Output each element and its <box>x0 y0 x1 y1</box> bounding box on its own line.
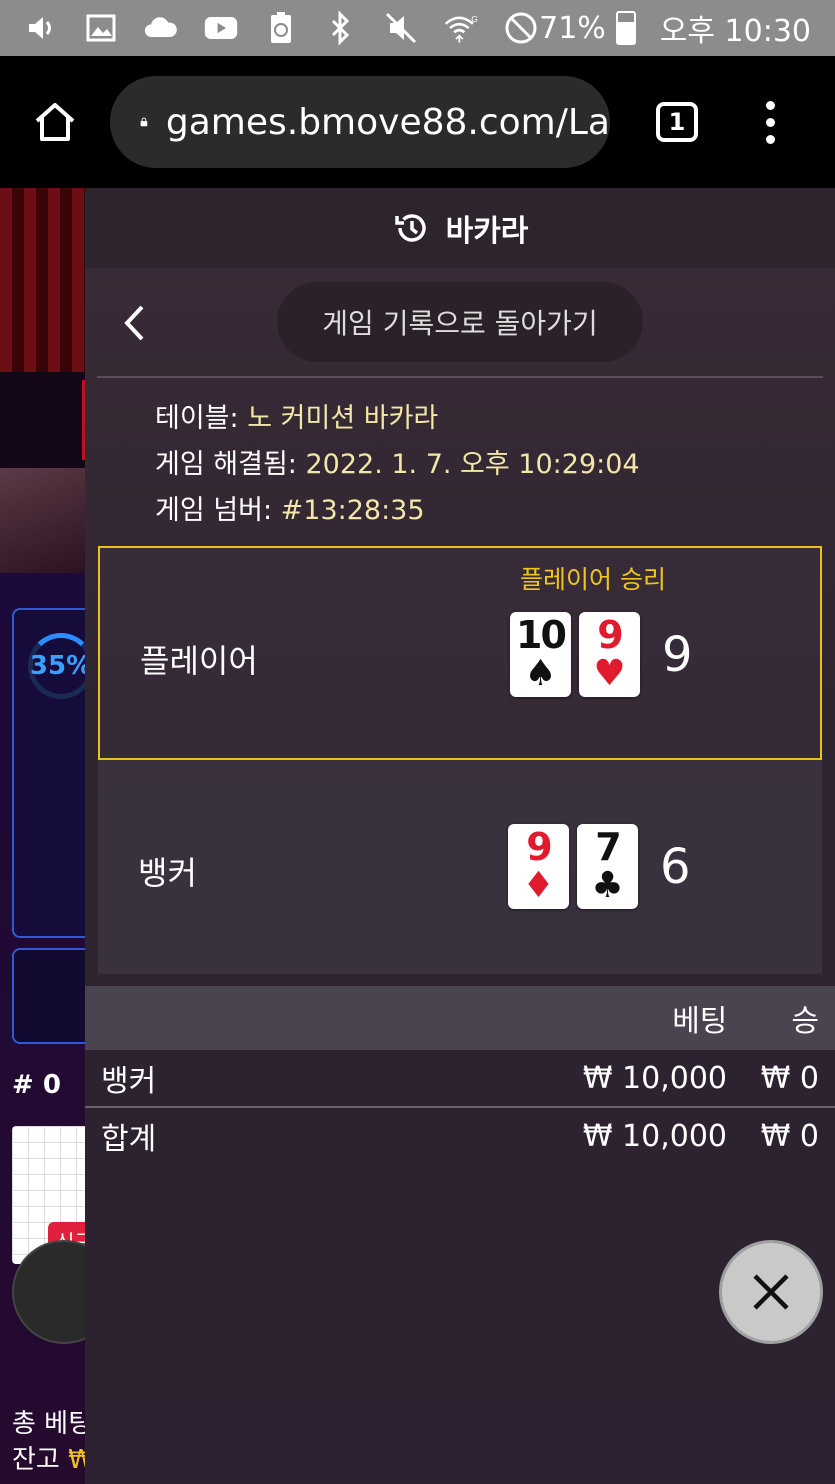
club-icon: ♣ <box>591 865 624 906</box>
playing-card: 9 ♦ <box>508 824 569 909</box>
player-win-label: 플레이어 승리 <box>520 565 666 594</box>
total-win: ₩ 0 <box>760 1118 819 1154</box>
battery-icon <box>615 11 636 45</box>
bluetooth-icon <box>324 11 358 45</box>
home-icon <box>35 103 75 141</box>
address-bar[interactable]: games.bmove88.com/La <box>110 76 610 168</box>
playing-card: 10 ♠ <box>510 612 571 697</box>
card-rank: 9 <box>597 613 623 657</box>
resolved-info: 게임 해결됨: 2022. 1. 7. 오후 10:29:04 <box>155 442 835 488</box>
player-result-row: 플레이어 승리 플레이어 10 ♠ 9 ♥ 9 <box>98 546 822 760</box>
tabs-button[interactable]: 1 <box>656 102 698 142</box>
game-meta: 테이블: 노 커미션 바카라 게임 해결됨: 2022. 1. 7. 오후 10… <box>85 378 835 534</box>
lock-icon <box>140 117 148 127</box>
header-win: 승 <box>791 1004 819 1039</box>
banker-result-row: 뱅커 9 ♦ 7 ♣ 6 <box>98 760 822 974</box>
resolved-label: 게임 해결됨: <box>155 449 297 480</box>
number-label: 게임 넘버: <box>155 495 273 526</box>
no-disturb-icon <box>504 11 538 45</box>
banker-cards: 9 ♦ 7 ♣ 6 <box>508 824 691 909</box>
bet-summary: 총 베팅 잔고 ₩ <box>12 1406 94 1478</box>
tab-count: 1 <box>668 108 686 136</box>
back-row: 게임 기록으로 돌아가기 <box>97 268 823 378</box>
game-history-panel: 바카라 게임 기록으로 돌아가기 테이블: 노 커미션 바카라 게임 해결됨: … <box>85 188 835 1484</box>
number-info: 게임 넘버: #13:28:35 <box>155 488 835 534</box>
panel-title: 바카라 <box>445 214 529 249</box>
bet-table: 베팅 승 뱅커 ₩ 10,000 ₩ 0 합계 ₩ 10,000 ₩ 0 <box>85 986 835 1164</box>
volume-icon <box>24 11 58 45</box>
back-chevron-button[interactable] <box>115 298 155 348</box>
total-label: 합계 <box>101 1122 157 1157</box>
total-amount: ₩ 10,000 <box>582 1118 727 1154</box>
close-button[interactable] <box>719 1240 823 1344</box>
banker-label: 뱅커 <box>138 854 197 892</box>
player-label: 플레이어 <box>140 642 258 680</box>
close-icon <box>753 1274 789 1310</box>
browser-toolbar: games.bmove88.com/La 1 <box>0 56 835 188</box>
home-button[interactable] <box>0 101 110 143</box>
url-text: games.bmove88.com/La <box>165 101 610 143</box>
svg-text:G: G <box>471 14 478 24</box>
card-rank: 10 <box>516 613 567 657</box>
back-to-history-button[interactable]: 게임 기록으로 돌아가기 <box>277 282 643 362</box>
number-value: #13:28:35 <box>280 495 425 526</box>
playing-card: 7 ♣ <box>577 824 638 909</box>
bet-row-amount: ₩ 10,000 <box>582 1060 727 1096</box>
header-bet: 베팅 <box>672 1004 728 1039</box>
mute-icon <box>384 11 418 45</box>
resolved-value: 2022. 1. 7. 오후 10:29:04 <box>305 449 640 480</box>
table-label: 테이블: <box>155 403 239 434</box>
balance-label: 잔고 <box>12 1445 60 1475</box>
spade-icon: ♠ <box>524 653 557 694</box>
table-info: 테이블: 노 커미션 바카라 <box>155 396 835 442</box>
diamond-icon: ♦ <box>522 865 555 906</box>
player-cards: 10 ♠ 9 ♥ 9 <box>510 612 693 697</box>
chevron-left-icon <box>124 305 144 341</box>
bet-row-label: 뱅커 <box>101 1064 157 1099</box>
bet-table-header: 베팅 승 <box>85 986 835 1050</box>
image-icon <box>84 11 118 45</box>
wifi-icon: G <box>444 11 478 45</box>
heart-icon: ♥ <box>593 653 626 694</box>
total-bet-label: 총 베팅 <box>12 1409 93 1439</box>
bet-row-win: ₩ 0 <box>760 1060 819 1096</box>
panel-header: 바카라 <box>85 188 835 268</box>
round-number: # 0 <box>12 1070 61 1100</box>
youtube-icon <box>204 11 238 45</box>
table-value: 노 커미션 바카라 <box>247 403 439 434</box>
result-section: 플레이어 승리 플레이어 10 ♠ 9 ♥ 9 뱅커 9 ♦ 7 ♣ 6 <box>98 546 822 974</box>
playing-card: 9 ♥ <box>579 612 640 697</box>
card-rank: 9 <box>526 825 552 869</box>
player-score: 9 <box>662 626 693 683</box>
history-icon <box>394 214 426 242</box>
battery-saver-icon <box>264 11 298 45</box>
card-rank: 7 <box>595 825 621 869</box>
battery-percent: 71% <box>539 10 606 46</box>
banker-score: 6 <box>660 838 691 895</box>
browser-menu-button[interactable] <box>766 100 775 144</box>
table-row-total: 합계 ₩ 10,000 ₩ 0 <box>85 1108 835 1164</box>
clock: 오후 10:30 <box>659 14 811 49</box>
table-row: 뱅커 ₩ 10,000 ₩ 0 <box>85 1050 835 1106</box>
cloud-icon <box>144 11 178 45</box>
status-bar: G 71% 오후 10:30 <box>0 0 835 56</box>
